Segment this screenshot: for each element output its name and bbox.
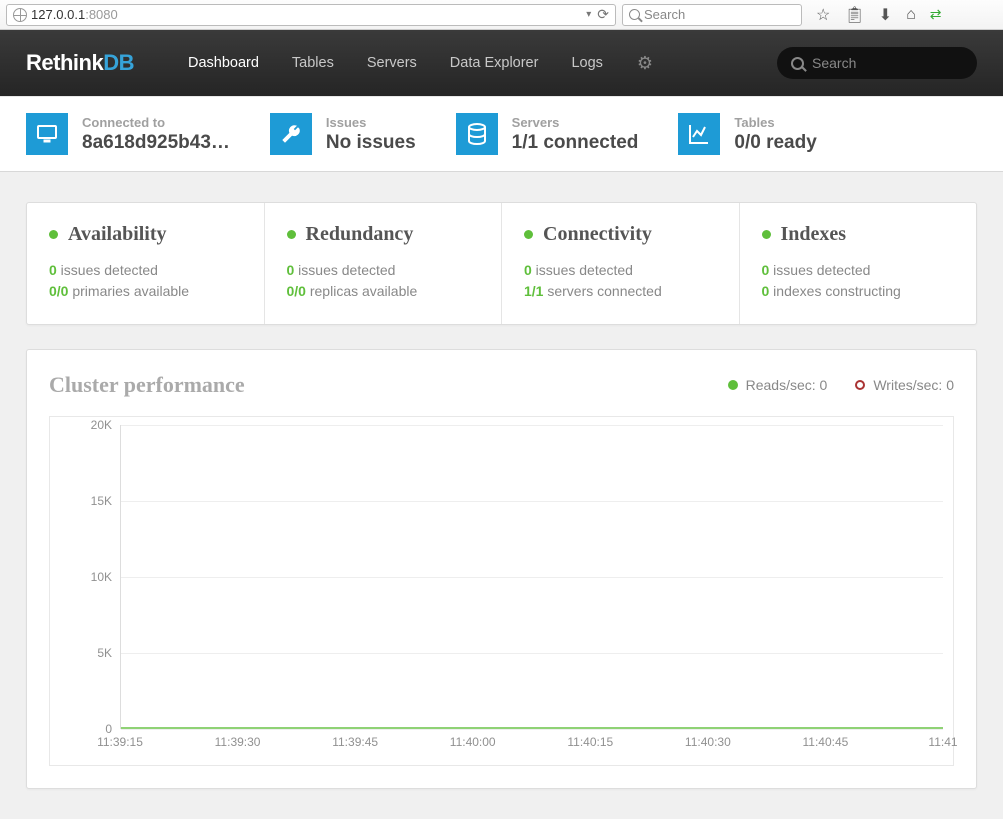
card-indexes: Indexes 0 issues detected 0 indexes cons… [740,203,977,324]
search-icon [791,57,804,70]
legend-writes: Writes/sec: 0 [873,377,954,393]
clipboard-icon[interactable]: 📋︎ [844,5,864,25]
nav-search-input[interactable] [812,55,963,71]
y-tick: 0 [105,722,112,736]
x-tick: 11:39:45 [332,735,378,749]
card-title: Availability [68,223,167,246]
nav-search[interactable] [777,47,977,79]
y-tick: 20K [91,418,112,432]
y-tick: 5K [97,646,112,660]
status-dot-icon [49,230,58,239]
performance-panel: Cluster performance Reads/sec: 0 Writes/… [26,349,977,789]
star-icon[interactable]: ☆ [816,5,830,25]
top-nav: RethinkDB Dashboard Tables Servers Data … [0,30,1003,96]
card-line: 0 indexes constructing [762,283,955,299]
y-tick: 15K [91,494,112,508]
status-label: Servers [512,115,639,130]
download-icon[interactable]: ⬇ [879,5,892,25]
x-tick: 11:39:15 [97,735,143,749]
logo[interactable]: RethinkDB [26,50,134,76]
status-dot-icon [762,230,771,239]
status-issues: Issues No issues [270,113,416,155]
x-tick: 11:41 [928,735,957,749]
nav-links: Dashboard Tables Servers Data Explorer L… [174,47,617,79]
reload-icon[interactable]: ⟳ [597,6,609,23]
legend-dot-writes-icon [855,380,865,390]
performance-chart: 20K 15K 10K 5K 0 11:39:15 11:39:30 11:39:45 11:… [49,416,954,766]
sync-icon[interactable]: ⇄ [930,10,942,18]
gear-icon[interactable]: ⚙ [637,53,653,74]
nav-logs[interactable]: Logs [557,47,616,79]
status-strip: Connected to 8a618d925b43… Issues No iss… [0,96,1003,172]
card-redundancy: Redundancy 0 issues detected 0/0 replica… [265,203,503,324]
status-servers: Servers 1/1 connected [456,113,639,155]
card-connectivity: Connectivity 0 issues detected 1/1 serve… [502,203,740,324]
x-tick: 11:40:15 [567,735,613,749]
status-value: No issues [326,132,416,154]
legend-reads: Reads/sec: 0 [746,377,828,393]
card-title: Connectivity [543,223,652,246]
status-label: Connected to [82,115,230,130]
url-text: 127.0.0.1:8080 [31,7,118,22]
chart-icon [678,113,720,155]
card-line: 0/0 replicas available [287,283,480,299]
chart-legend: Reads/sec: 0 Writes/sec: 0 [728,377,954,393]
monitor-icon [26,113,68,155]
browser-search[interactable]: Search [622,4,802,26]
x-tick: 11:40:30 [685,735,731,749]
status-value: 8a618d925b43… [82,132,230,154]
status-label: Issues [326,115,416,130]
card-availability: Availability 0 issues detected 0/0 prima… [27,203,265,324]
x-tick: 11:40:45 [803,735,849,749]
nav-dashboard[interactable]: Dashboard [174,47,273,79]
nav-servers[interactable]: Servers [353,47,431,79]
x-tick: 11:40:00 [450,735,496,749]
browser-search-placeholder: Search [644,7,685,22]
status-connected: Connected to 8a618d925b43… [26,113,230,155]
chevron-down-icon[interactable]: ▾ [586,9,591,20]
perf-title: Cluster performance [49,372,245,398]
status-dot-icon [524,230,533,239]
nav-tables[interactable]: Tables [278,47,348,79]
status-cards: Availability 0 issues detected 0/0 prima… [26,202,977,325]
card-line: 0 issues detected [49,262,242,278]
status-value: 1/1 connected [512,132,639,154]
x-tick: 11:39:30 [215,735,261,749]
home-icon[interactable]: ⌂ [906,6,916,24]
database-icon [456,113,498,155]
card-line: 0 issues detected [762,262,955,278]
card-title: Redundancy [306,223,414,246]
card-line: 0 issues detected [524,262,717,278]
browser-toolbar: 127.0.0.1:8080 ▾ ⟳ Search ☆ 📋︎ ⬇ ⌂ ⇄ [0,0,1003,30]
status-dot-icon [287,230,296,239]
legend-dot-reads-icon [728,380,738,390]
y-tick: 10K [91,570,112,584]
wrench-icon [270,113,312,155]
status-tables: Tables 0/0 ready [678,113,816,155]
card-title: Indexes [781,223,847,246]
card-line: 0/0 primaries available [49,283,242,299]
globe-icon [13,8,27,22]
nav-data-explorer[interactable]: Data Explorer [436,47,553,79]
card-line: 1/1 servers connected [524,283,717,299]
card-line: 0 issues detected [287,262,480,278]
url-bar[interactable]: 127.0.0.1:8080 ▾ ⟳ [6,4,616,26]
status-value: 0/0 ready [734,132,816,154]
search-icon [629,9,640,20]
status-label: Tables [734,115,816,130]
